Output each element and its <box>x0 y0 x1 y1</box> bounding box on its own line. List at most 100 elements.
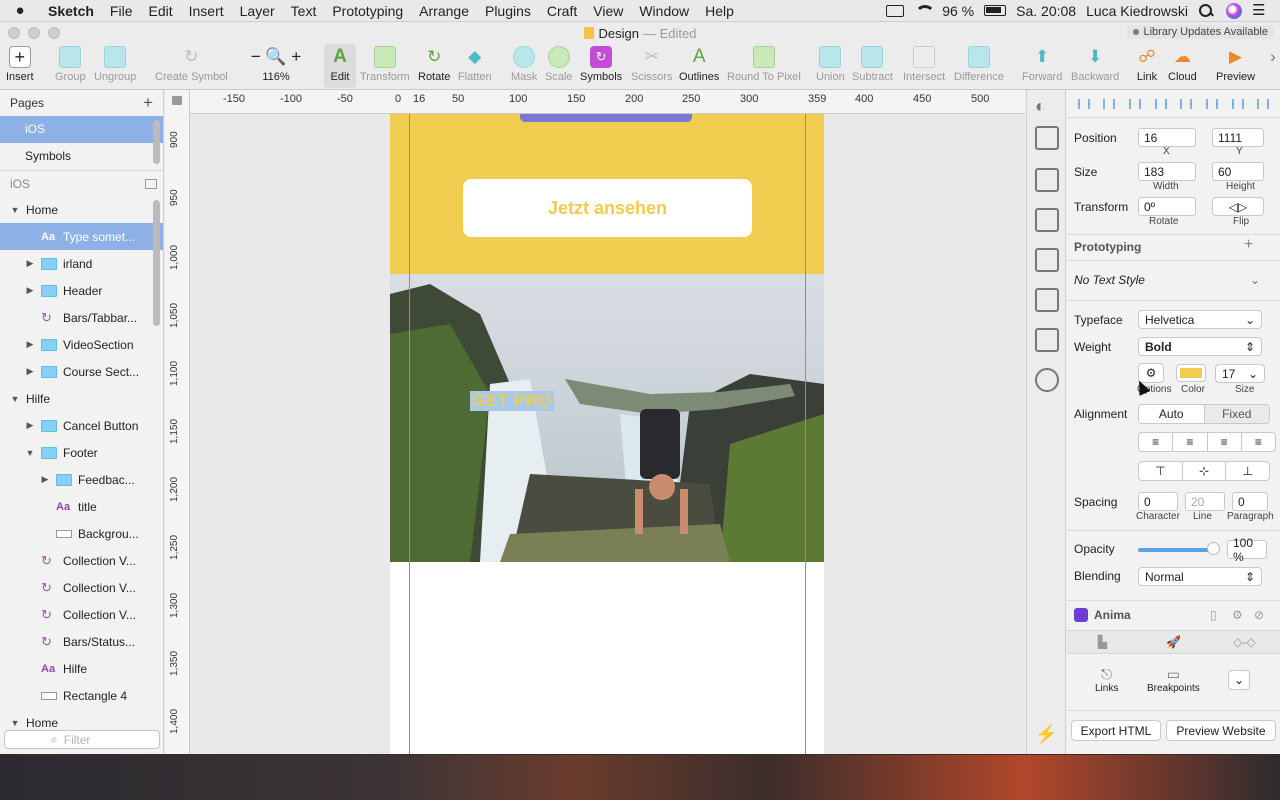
anima-breakpoints-button[interactable]: ▭ Breakpoints <box>1147 666 1200 694</box>
edit-button[interactable]: A Edit <box>324 44 356 88</box>
notification-center-icon[interactable] <box>1252 1 1270 19</box>
flip-control[interactable]: ◁▷ <box>1212 197 1264 216</box>
layer-row[interactable]: ↻ Collection V... <box>0 574 163 601</box>
menu-text[interactable]: Text <box>283 3 325 19</box>
layer-row[interactable]: ▶ VideoSection <box>0 331 163 358</box>
layer-row[interactable]: ▶ irland <box>0 250 163 277</box>
toolbar-overflow-button[interactable]: › <box>1262 44 1280 71</box>
align-bottom-icon[interactable] <box>1257 98 1270 109</box>
text-align-justify-icon[interactable]: ≡ <box>1242 433 1275 451</box>
cloud-button[interactable]: ☁ Cloud <box>1168 44 1197 83</box>
rotate-input[interactable]: 0º <box>1138 197 1196 216</box>
craft-icon[interactable]: ◐ <box>1035 96 1059 120</box>
wifi-icon[interactable] <box>914 4 936 17</box>
align-left-icon[interactable] <box>1129 98 1142 109</box>
menu-app[interactable]: Sketch <box>40 3 102 19</box>
backward-button[interactable]: ⬇ Backward <box>1071 44 1119 83</box>
valign-bottom-icon[interactable]: ⊥ <box>1226 462 1269 480</box>
create-symbol-button[interactable]: ↻ Create Symbol <box>155 44 228 83</box>
purple-bar[interactable] <box>520 114 692 122</box>
union-button[interactable]: Union <box>816 44 845 83</box>
disclosure-open-icon[interactable]: ▼ <box>10 205 20 215</box>
menu-prototyping[interactable]: Prototyping <box>324 3 411 19</box>
minimize-window-button[interactable] <box>28 27 40 39</box>
anima-tab-links[interactable]: ◇-◇ <box>1209 631 1280 653</box>
pages-scrollbar[interactable] <box>153 120 160 164</box>
menu-window[interactable]: Window <box>631 3 697 19</box>
layer-row[interactable]: ↻ Collection V... <box>0 601 163 628</box>
symbols-button[interactable]: ↻ Symbols <box>580 44 622 83</box>
layer-row[interactable]: ↻ Collection V... <box>0 547 163 574</box>
layer-row[interactable]: Aa Hilfe <box>0 655 163 682</box>
align-fixed-option[interactable]: Fixed <box>1204 405 1269 423</box>
layer-row[interactable]: ↻ Bars/Status... <box>0 628 163 655</box>
forward-button[interactable]: ⬆ Forward <box>1022 44 1062 83</box>
library-updates-badge[interactable]: Library Updates Available <box>1127 25 1274 39</box>
vertical-guide-right[interactable] <box>805 114 806 754</box>
transform-button[interactable]: Transform <box>360 44 410 83</box>
align-right-icon[interactable] <box>1180 98 1193 109</box>
disclosure-closed-icon[interactable]: ▶ <box>25 366 35 377</box>
lock-guides-icon[interactable] <box>172 96 182 105</box>
position-y-input[interactable]: 1111 <box>1212 128 1264 147</box>
duplicate-icon[interactable] <box>1035 248 1059 272</box>
preview-button[interactable]: ▶ Preview <box>1216 44 1255 83</box>
panel-toggle-icon[interactable]: ▯ <box>1210 608 1217 622</box>
add-prototyping-icon[interactable]: + <box>1244 236 1253 254</box>
page-ios[interactable]: iOS <box>0 116 163 143</box>
menubar-clock[interactable]: Sa. 20:08 <box>1016 3 1076 19</box>
disclosure-open-icon[interactable]: ▼ <box>25 448 35 458</box>
alignment-mode-toggle[interactable]: Auto Fixed <box>1138 404 1270 424</box>
vertical-guide-left[interactable] <box>409 114 410 754</box>
menu-file[interactable]: File <box>102 3 141 19</box>
text-align-center-icon[interactable]: ≡ <box>1173 433 1208 451</box>
screen-mirror-icon[interactable] <box>886 4 905 17</box>
layer-row[interactable]: ▶ Feedbac... <box>0 466 163 493</box>
hero-photo[interactable]: GET PRO <box>390 274 824 562</box>
disclosure-open-icon[interactable]: ▼ <box>10 394 20 404</box>
disclosure-closed-icon[interactable]: ▶ <box>25 339 35 350</box>
text-align-segmented[interactable]: ≡ ≡ ≡ ≡ <box>1138 432 1276 452</box>
width-input[interactable]: 183 <box>1138 162 1196 181</box>
opacity-input[interactable]: 100 % <box>1227 536 1267 564</box>
preview-website-button[interactable]: Preview Website <box>1166 720 1276 741</box>
flatten-button[interactable]: ◆ Flatten <box>458 44 492 83</box>
text-style-dropdown[interactable]: No Text Style ⌄ <box>1074 268 1260 292</box>
opacity-slider-knob[interactable] <box>1207 542 1220 555</box>
mask-button[interactable]: Mask <box>511 44 537 83</box>
disclosure-open-icon[interactable]: ▼ <box>10 718 20 728</box>
apple-menu-icon[interactable]: ● <box>0 2 40 19</box>
collapse-layers-icon[interactable] <box>145 178 157 189</box>
anima-more-button[interactable]: ⌄ <box>1228 670 1250 690</box>
distribute-v-icon[interactable] <box>1103 98 1116 109</box>
position-x-input[interactable]: 16 <box>1138 128 1196 147</box>
layer-row[interactable]: ▶ Header <box>0 277 163 304</box>
insert-button[interactable]: + Insert <box>6 44 34 83</box>
disclosure-closed-icon[interactable]: ▶ <box>25 420 35 431</box>
weight-select[interactable]: Bold ⇕ <box>1138 337 1262 356</box>
layers-scrollbar[interactable] <box>153 200 160 326</box>
hexagon-icon[interactable] <box>1035 368 1059 392</box>
menu-help[interactable]: Help <box>697 3 742 19</box>
layer-filter-input[interactable]: ⌕ Filter <box>4 730 160 749</box>
anima-links-button[interactable]: ⎋ Links <box>1095 666 1118 694</box>
stack-icon[interactable] <box>1035 168 1059 192</box>
edit-icon-strip[interactable] <box>1035 288 1059 312</box>
gear-icon[interactable]: ⚙ <box>1232 608 1243 622</box>
scissors-button[interactable]: ✂ Scissors <box>631 44 673 83</box>
menu-layer[interactable]: Layer <box>232 3 283 19</box>
menu-arrange[interactable]: Arrange <box>411 3 477 19</box>
group-button[interactable]: Group <box>55 44 86 83</box>
share-icon[interactable] <box>1035 126 1059 150</box>
height-input[interactable]: 60 <box>1212 162 1264 181</box>
subtract-button[interactable]: Subtract <box>852 44 893 83</box>
rotate-button[interactable]: ↻ Rotate <box>418 44 450 83</box>
layer-row[interactable]: ▶ Course Sect... <box>0 358 163 385</box>
align-middle-icon[interactable] <box>1231 98 1244 109</box>
disclosure-closed-icon[interactable]: ▶ <box>25 258 35 269</box>
blending-select[interactable]: Normal ⇕ <box>1138 567 1262 586</box>
siri-icon[interactable] <box>1226 2 1242 19</box>
link-button[interactable]: ☍ Link <box>1136 44 1158 83</box>
disclosure-closed-icon[interactable]: ▶ <box>40 474 50 485</box>
outlines-button[interactable]: A Outlines <box>679 44 719 83</box>
